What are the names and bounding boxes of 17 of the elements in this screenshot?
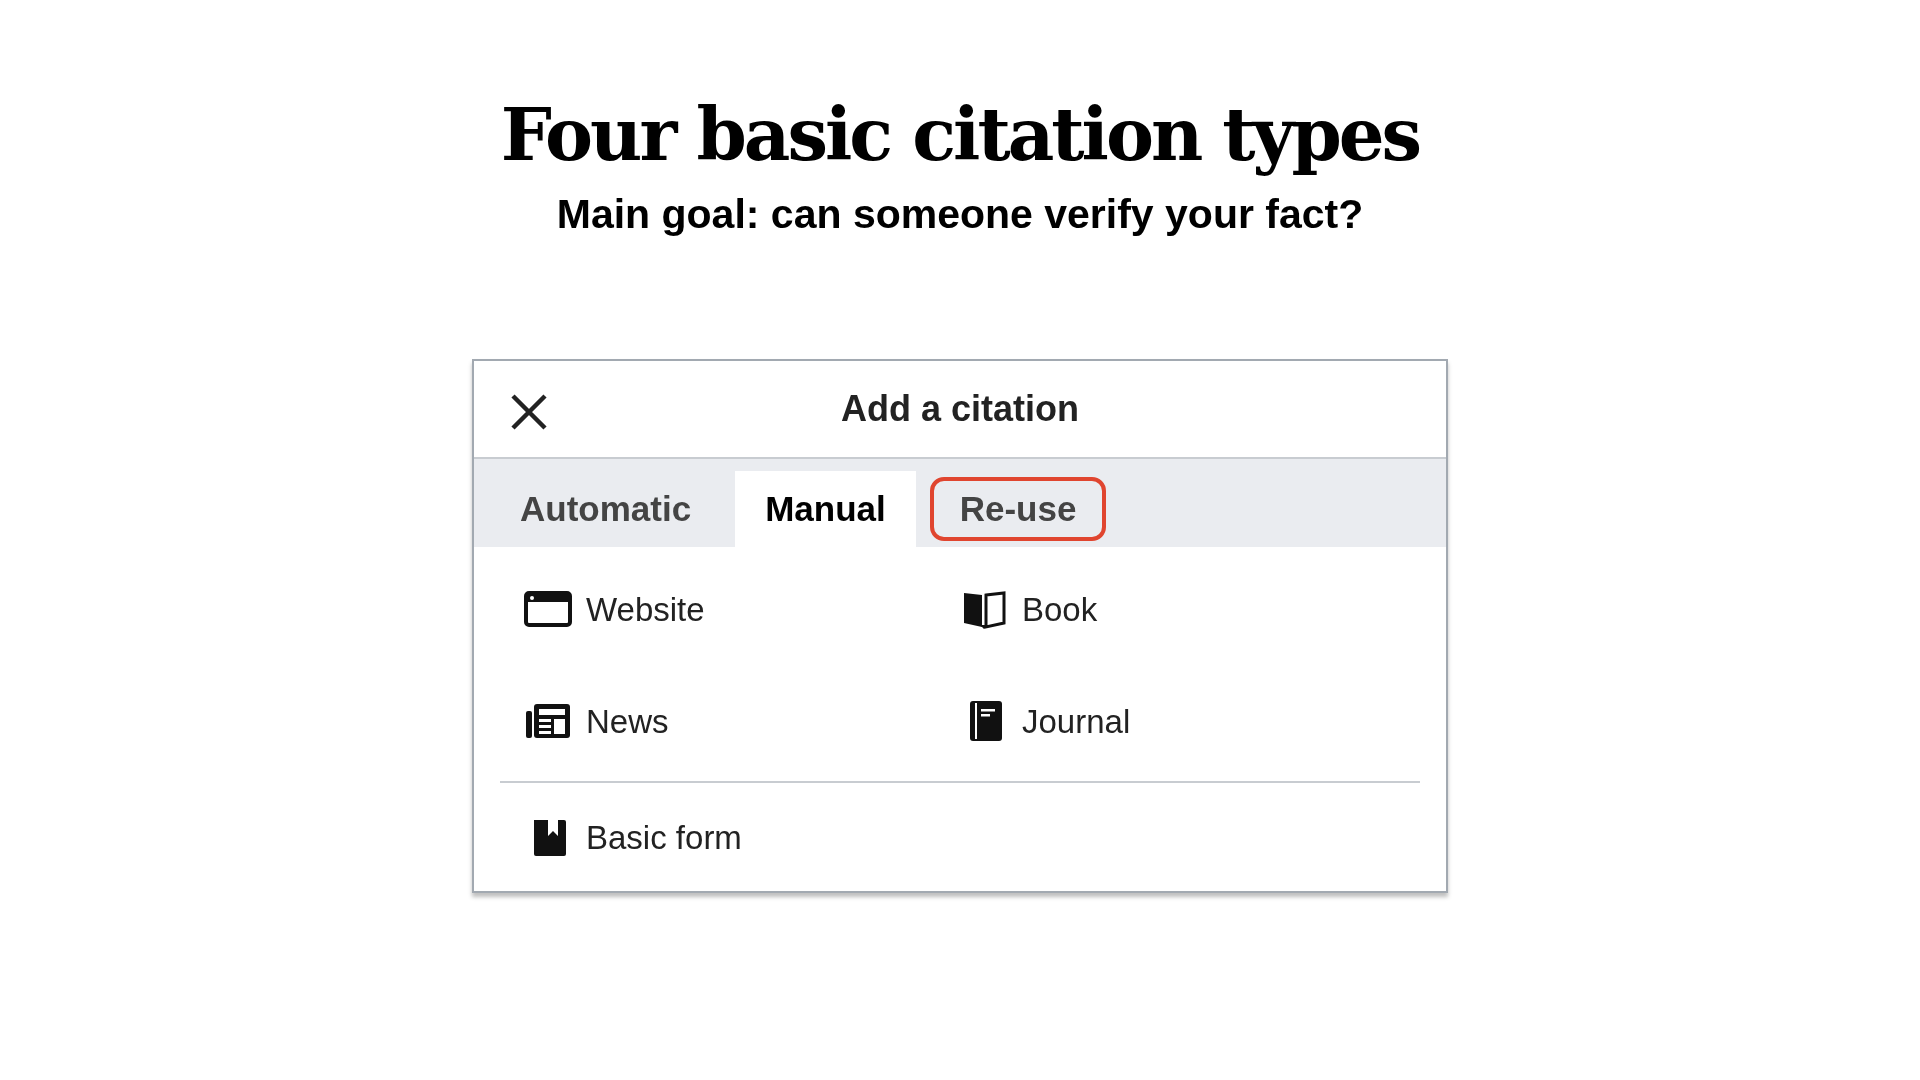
slide-title: Four basic citation types: [500, 91, 1420, 179]
slide-subtitle: Main goal: can someone verify your fact?: [556, 190, 1364, 239]
item-label: Basic form: [586, 820, 742, 854]
tab[interactable]: Re-use: [929, 477, 1107, 542]
item-label: Book: [1022, 592, 1098, 626]
dialog-title: Add a citation: [841, 387, 1079, 432]
citation-type-item[interactable]: Journal: [960, 691, 1396, 752]
tab[interactable]: Automatic: [490, 471, 722, 548]
item-label: News: [586, 704, 669, 738]
tab[interactable]: Manual: [735, 471, 916, 548]
item-label: Journal: [1022, 704, 1131, 738]
citation-type-item[interactable]: Book: [960, 579, 1396, 640]
citation-type-item[interactable]: Website: [524, 579, 960, 640]
item-label: Website: [586, 592, 705, 626]
citation-type-item[interactable]: Basic form: [524, 807, 1396, 868]
browser-window-icon: [524, 589, 572, 630]
citation-type-item[interactable]: News: [524, 691, 960, 752]
